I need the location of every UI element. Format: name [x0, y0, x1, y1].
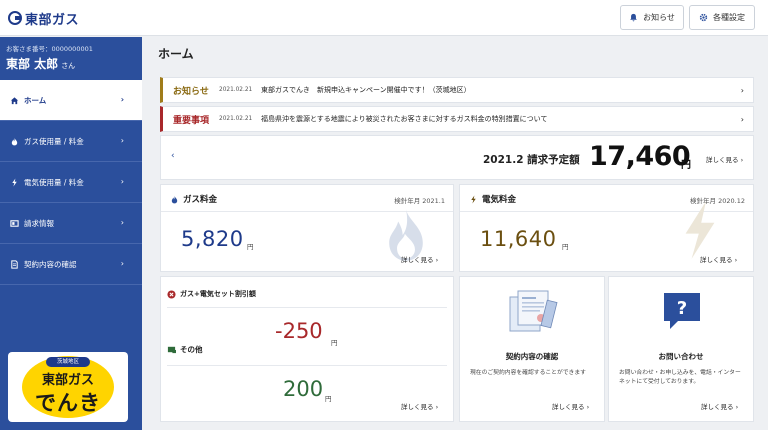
important-row[interactable]: 重要事項 2021.02.21 福島県沖を震源とする地震により被災されたお客さま…: [160, 106, 754, 132]
notice-label: お知らせ: [173, 86, 209, 97]
sidebar-item-label: 契約内容の確認: [24, 259, 77, 269]
important-date: 2021.02.21: [219, 116, 253, 122]
contract-tile[interactable]: 契約内容の確認 現在のご契約内容を確認することができます 詳しく見る ›: [459, 276, 605, 422]
other-label: その他: [180, 345, 203, 354]
set-discount-title: ガス+電気セット割引額: [180, 290, 256, 298]
important-label: 重要事項: [173, 115, 210, 126]
electric-fee-amount: 11,640: [480, 227, 557, 251]
close-circle-icon: [167, 289, 176, 299]
other-unit: 円: [325, 395, 332, 403]
banner-region-tag: 茨城地区: [46, 357, 90, 367]
gas-card-title: ガス料金: [183, 195, 218, 205]
denki-banner[interactable]: 茨城地区 東部ガス でんき: [8, 352, 128, 422]
chevron-right-icon: ›: [740, 115, 744, 124]
electric-detail-link[interactable]: 詳しく見る ›: [700, 254, 737, 264]
gear-icon: [699, 13, 708, 22]
previous-month-button[interactable]: ‹: [171, 151, 175, 161]
contract-document-icon: [509, 290, 558, 332]
logo-mark-icon: [8, 11, 22, 25]
electric-card-header: 電気料金: [469, 193, 516, 205]
customer-honorific: さん: [61, 62, 76, 70]
notice-button[interactable]: お知らせ: [620, 5, 684, 30]
sidebar-item-billing[interactable]: 請求情報 ›: [0, 203, 142, 244]
set-discount-amount: -250: [275, 319, 323, 343]
home-icon: [9, 95, 19, 105]
set-discount-card[interactable]: ガス+電気セット割引額 -250 円 その他 200 円 詳しく見る ›: [160, 276, 454, 422]
bolt-icon: [9, 177, 19, 187]
gas-fee-unit: 円: [247, 243, 254, 251]
gas-fee-amount: 5,820: [181, 227, 244, 251]
bell-icon: [630, 13, 637, 22]
notice-button-label: お知らせ: [643, 13, 675, 22]
flame-icon: [171, 195, 178, 203]
inquiry-tile[interactable]: ? お問い合わせ お問い合わせ・お申し込みを、電話・インターネットにて受付してお…: [608, 276, 754, 422]
page-title: ホーム: [158, 47, 194, 61]
sidebar-item-electric[interactable]: 電気使用量 / 料金 ›: [0, 162, 142, 203]
company-logo[interactable]: 東部ガス: [8, 8, 79, 28]
inquiry-tile-description: お問い合わせ・お申し込みを、電話・インターネットにて受付しております。: [619, 370, 741, 385]
chevron-right-icon: ›: [120, 95, 124, 104]
logo-text: 東部ガス: [25, 12, 80, 28]
sidebar-item-gas[interactable]: ガス使用量 / 料金 ›: [0, 121, 142, 162]
bill-icon: [9, 218, 19, 228]
bill-detail-link[interactable]: 詳しく見る ›: [706, 154, 743, 164]
electric-card-title: 電気料金: [482, 195, 517, 205]
sidebar-item-label: ガス使用量 / 料金: [24, 136, 84, 146]
important-text: 福島県沖を震源とする地震により被災されたお客さまに対するガス料金の特別措置につい…: [261, 115, 548, 123]
customer-name: 東部 太郎 さん: [6, 55, 75, 72]
chevron-right-icon: ›: [120, 218, 124, 227]
other-amount: 200: [283, 377, 324, 401]
bill-amount: 17,460: [589, 141, 691, 172]
notice-row[interactable]: お知らせ 2021.02.21 東部ガスでんき 新規申込キャンペーン開催中です！…: [160, 77, 754, 103]
chevron-right-icon: ›: [740, 86, 744, 95]
document-icon: [9, 259, 19, 269]
settings-button-label: 各種設定: [713, 13, 745, 22]
gas-detail-link[interactable]: 詳しく見る ›: [401, 254, 438, 264]
chevron-right-icon: ›: [120, 259, 124, 268]
divider: [167, 365, 447, 366]
sidebar-item-label: 請求情報: [24, 218, 54, 228]
contract-tile-title: 契約内容の確認: [505, 352, 559, 361]
bill-unit: 円: [681, 160, 691, 171]
contract-detail-link[interactable]: 詳しく見る ›: [552, 401, 589, 411]
sidebar: お客さま番号：0000000001 東部 太郎 さん ホーム › ガス使用量 / …: [0, 37, 142, 430]
bolt-watermark-icon: [685, 201, 715, 259]
electric-fee-card[interactable]: 電気料金 検針年月 2020.12 11,640 円 詳しく見る ›: [459, 184, 754, 272]
inquiry-detail-link[interactable]: 詳しく見る ›: [701, 401, 738, 411]
other-header: その他: [167, 344, 203, 355]
sidebar-nav: ホーム › ガス使用量 / 料金 › 電気使用量 / 料金 › 請求情報 › 契…: [0, 80, 142, 285]
divider: [167, 307, 447, 308]
question-icon: ?: [664, 293, 700, 329]
set-discount-unit: 円: [331, 339, 338, 347]
bolt-icon: [471, 194, 476, 204]
billing-summary-card: ‹ 2021.2 請求予定額 17,460 円 詳しく見る ›: [160, 135, 754, 180]
banner-line1: 東部ガス: [41, 373, 94, 388]
notice-text: 東部ガスでんき 新規申込キャンペーン開催中です！（茨城地区）: [261, 86, 471, 94]
sidebar-item-contract[interactable]: 契約内容の確認 ›: [0, 244, 142, 285]
sidebar-item-label: ホーム: [24, 95, 47, 105]
electric-fee-unit: 円: [562, 243, 569, 251]
bill-label: 2021.2 請求予定額: [483, 154, 580, 166]
svg-text:?: ?: [677, 298, 687, 319]
contract-tile-description: 現在のご契約内容を確認することができます: [470, 370, 586, 376]
set-detail-link[interactable]: 詳しく見る ›: [401, 401, 438, 411]
gas-card-header: ガス料金: [170, 193, 217, 205]
sidebar-item-home[interactable]: ホーム ›: [0, 80, 142, 121]
chevron-right-icon: ›: [120, 177, 124, 186]
customer-name-text: 東部 太郎: [6, 57, 59, 71]
settings-button[interactable]: 各種設定: [689, 5, 755, 30]
customer-number: お客さま番号：0000000001: [6, 45, 93, 53]
banner-line2: でんき: [35, 391, 101, 415]
flame-icon: [9, 136, 19, 146]
top-header: 東部ガス お知らせ 各種設定: [0, 0, 768, 36]
sidebar-item-label: 電気使用量 / 料金: [24, 177, 84, 187]
tag-icon: [167, 346, 176, 354]
notice-date: 2021.02.21: [219, 87, 253, 93]
inquiry-tile-title: お問い合わせ: [658, 352, 704, 361]
gas-fee-card[interactable]: ガス料金 検針年月 2021.1 5,820 円 詳しく見る ›: [160, 184, 454, 272]
chevron-right-icon: ›: [120, 136, 124, 145]
gas-reading-month: 検針年月 2021.1: [394, 197, 445, 205]
set-discount-header: ガス+電気セット割引額: [167, 289, 256, 299]
